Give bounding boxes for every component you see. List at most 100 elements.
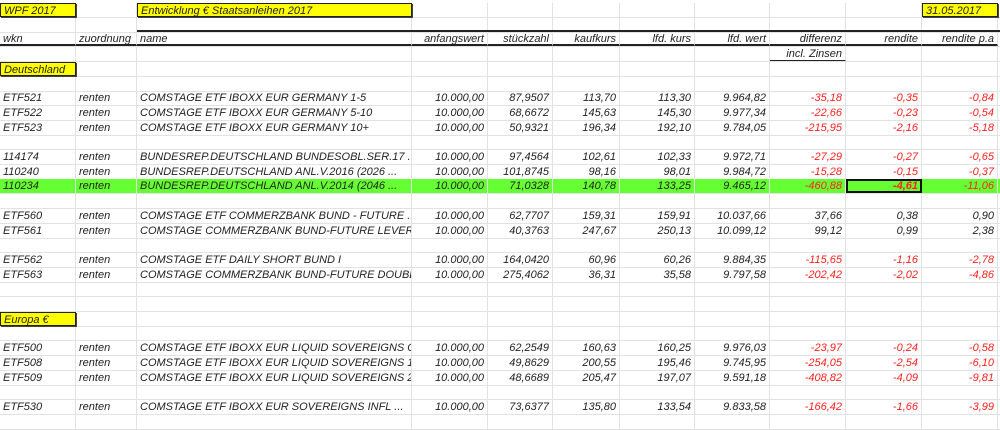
cell-wkn[interactable]: ETF523 bbox=[0, 120, 76, 135]
cell-anfangswert[interactable]: 10.000,00 bbox=[412, 399, 488, 414]
cell-rendite-p-a[interactable]: -0,58 bbox=[922, 341, 998, 356]
spreadsheet[interactable]: wkn zuordnung name anfangswert stückzahl kauf… bbox=[0, 0, 1000, 430]
cell-lfd--wert[interactable]: 9.745,95 bbox=[695, 355, 770, 370]
cell-name[interactable]: COMSTAGE ETF IBOXX EUR LIQUID SOVEREIGNS… bbox=[137, 355, 412, 370]
cell-lfd--kurs[interactable]: 113,30 bbox=[620, 91, 695, 106]
cell-zuordnung[interactable]: renten bbox=[76, 399, 137, 414]
cell-wkn[interactable]: 114174 bbox=[0, 150, 76, 164]
cell-lfd--kurs[interactable]: 98,01 bbox=[620, 164, 695, 179]
cell-lfd--wert[interactable]: 10.037,66 bbox=[695, 208, 770, 223]
cell-differenz[interactable]: -254,05 bbox=[770, 355, 846, 370]
cell-rendite[interactable]: -2,16 bbox=[846, 120, 922, 135]
cell-zuordnung[interactable]: renten bbox=[76, 267, 137, 282]
date-cell[interactable]: 31.05.2017 bbox=[922, 3, 998, 17]
cell-st-ckzahl[interactable]: 40,3763 bbox=[488, 223, 553, 238]
cell-lfd--kurs[interactable]: 192,10 bbox=[620, 120, 695, 135]
cell-lfd--wert[interactable]: 9.972,71 bbox=[695, 150, 770, 164]
cell-rendite[interactable]: -2,02 bbox=[846, 267, 922, 282]
cell-lfd--wert[interactable]: 9.964,82 bbox=[695, 91, 770, 106]
cell-kaufkurs[interactable]: 102,61 bbox=[553, 150, 620, 164]
cell-rendite[interactable]: -0,15 bbox=[846, 164, 922, 179]
cell-kaufkurs[interactable]: 145,63 bbox=[553, 105, 620, 120]
cell-kaufkurs[interactable]: 200,55 bbox=[553, 355, 620, 370]
cell-anfangswert[interactable]: 10.000,00 bbox=[412, 120, 488, 135]
cell-name[interactable]: COMSTAGE ETF COMMERZBANK BUND - FUTURE .… bbox=[137, 208, 412, 223]
cell-differenz[interactable]: -35,18 bbox=[770, 91, 846, 106]
cell-differenz[interactable]: -215,95 bbox=[770, 120, 846, 135]
cell-wkn[interactable]: 110240 bbox=[0, 164, 76, 179]
cell-lfd--wert[interactable]: 9.833,58 bbox=[695, 399, 770, 414]
cell-kaufkurs[interactable]: 247,67 bbox=[553, 223, 620, 238]
cell-kaufkurs[interactable]: 140,78 bbox=[553, 179, 620, 194]
cell-lfd--wert[interactable]: 9.976,03 bbox=[695, 341, 770, 356]
cell-zuordnung[interactable]: renten bbox=[76, 341, 137, 356]
cell-zuordnung[interactable]: renten bbox=[76, 179, 137, 194]
cell-differenz[interactable]: -460,88 bbox=[770, 179, 846, 194]
cell-anfangswert[interactable]: 10.000,00 bbox=[412, 208, 488, 223]
cell-kaufkurs[interactable]: 159,31 bbox=[553, 208, 620, 223]
cell-lfd--kurs[interactable]: 102,33 bbox=[620, 150, 695, 164]
cell-st-ckzahl[interactable]: 97,4564 bbox=[488, 150, 553, 164]
cell-lfd--wert[interactable]: 10.099,12 bbox=[695, 223, 770, 238]
cell-name[interactable]: COMSTAGE ETF DAILY SHORT BUND I bbox=[137, 252, 412, 267]
cell-differenz[interactable]: -202,42 bbox=[770, 267, 846, 282]
cell-rendite-p-a[interactable]: -0,37 bbox=[922, 164, 998, 179]
cell-name[interactable]: BUNDESREP.DEUTSCHLAND ANL.V.2014 (2046 .… bbox=[137, 179, 412, 194]
cell-rendite[interactable]: -0,27 bbox=[846, 150, 922, 164]
cell-st-ckzahl[interactable]: 71,0328 bbox=[488, 179, 553, 194]
cell-st-ckzahl[interactable]: 62,2549 bbox=[488, 341, 553, 356]
cell-differenz[interactable]: -115,65 bbox=[770, 252, 846, 267]
cell-name[interactable]: COMSTAGE ETF IBOXX EUR GERMANY 10+ bbox=[137, 120, 412, 135]
cell-rendite-p-a[interactable]: -0,65 bbox=[922, 150, 998, 164]
cell-lfd--kurs[interactable]: 250,13 bbox=[620, 223, 695, 238]
cell-lfd--wert[interactable]: 9.591,18 bbox=[695, 370, 770, 385]
cell-rendite[interactable]: -4,09 bbox=[846, 370, 922, 385]
cell-anfangswert[interactable]: 10.000,00 bbox=[412, 370, 488, 385]
cell-lfd--kurs[interactable]: 159,91 bbox=[620, 208, 695, 223]
cell-rendite-p-a[interactable]: -0,84 bbox=[922, 91, 998, 106]
cell-rendite[interactable]: -1,16 bbox=[846, 252, 922, 267]
cell-anfangswert[interactable]: 10.000,00 bbox=[412, 355, 488, 370]
cell-wkn[interactable]: ETF530 bbox=[0, 399, 76, 414]
cell-lfd--kurs[interactable]: 35,58 bbox=[620, 267, 695, 282]
cell-rendite[interactable]: -0,23 bbox=[846, 105, 922, 120]
cell-rendite[interactable]: 0,99 bbox=[846, 223, 922, 238]
cell-kaufkurs[interactable]: 160,63 bbox=[553, 341, 620, 356]
cell-st-ckzahl[interactable]: 50,9321 bbox=[488, 120, 553, 135]
cell-differenz[interactable]: 37,66 bbox=[770, 208, 846, 223]
cell-rendite[interactable]: -1,66 bbox=[846, 399, 922, 414]
cell-anfangswert[interactable]: 10.000,00 bbox=[412, 105, 488, 120]
cell-name[interactable]: COMSTAGE ETF IBOXX EUR LIQUID SOVEREIGNS… bbox=[137, 341, 412, 356]
cell-lfd--wert[interactable]: 9.984,72 bbox=[695, 164, 770, 179]
cell-zuordnung[interactable]: renten bbox=[76, 150, 137, 164]
cell-st-ckzahl[interactable]: 87,9507 bbox=[488, 91, 553, 106]
cell-st-ckzahl[interactable]: 62,7707 bbox=[488, 208, 553, 223]
cell-name[interactable]: COMSTAGE ETF IBOXX EUR GERMANY 1-5 bbox=[137, 91, 412, 106]
wpf-label[interactable]: WPF 2017 bbox=[0, 3, 76, 17]
cell-name[interactable]: COMSTAGE ETF IBOXX EUR LIQUID SOVEREIGNS… bbox=[137, 370, 412, 385]
section-deutschland[interactable]: Deutschland bbox=[0, 61, 76, 76]
cell-zuordnung[interactable]: renten bbox=[76, 223, 137, 238]
cell-rendite-p-a[interactable]: -9,81 bbox=[922, 370, 998, 385]
cell-zuordnung[interactable]: renten bbox=[76, 105, 137, 120]
cell-anfangswert[interactable]: 10.000,00 bbox=[412, 150, 488, 164]
cell-name[interactable]: COMSTAGE ETF IBOXX EUR SOVEREIGNS INFL .… bbox=[137, 399, 412, 414]
cell-lfd--wert[interactable]: 9.977,34 bbox=[695, 105, 770, 120]
cell-anfangswert[interactable]: 10.000,00 bbox=[412, 91, 488, 106]
cell-lfd--wert[interactable]: 9.465,12 bbox=[695, 179, 770, 194]
cell-rendite-p-a[interactable]: -0,54 bbox=[922, 105, 998, 120]
cell-kaufkurs[interactable]: 135,80 bbox=[553, 399, 620, 414]
section-europa[interactable]: Europa € bbox=[0, 311, 76, 326]
cell-st-ckzahl[interactable]: 68,6672 bbox=[488, 105, 553, 120]
cell-kaufkurs[interactable]: 205,47 bbox=[553, 370, 620, 385]
cell-st-ckzahl[interactable]: 48,6689 bbox=[488, 370, 553, 385]
cell-anfangswert[interactable]: 10.000,00 bbox=[412, 252, 488, 267]
cell-lfd--kurs[interactable]: 197,07 bbox=[620, 370, 695, 385]
cell-zuordnung[interactable]: renten bbox=[76, 164, 137, 179]
cell-rendite[interactable]: -0,35 bbox=[846, 91, 922, 106]
cell-name[interactable]: COMSTAGE COMMERZBANK BUND-FUTURE LEVER .… bbox=[137, 223, 412, 238]
cell-wkn[interactable]: ETF508 bbox=[0, 355, 76, 370]
cell-differenz[interactable]: -27,29 bbox=[770, 150, 846, 164]
cell-zuordnung[interactable]: renten bbox=[76, 252, 137, 267]
cell-name[interactable]: COMSTAGE COMMERZBANK BUND-FUTURE DOUBL .… bbox=[137, 267, 412, 282]
